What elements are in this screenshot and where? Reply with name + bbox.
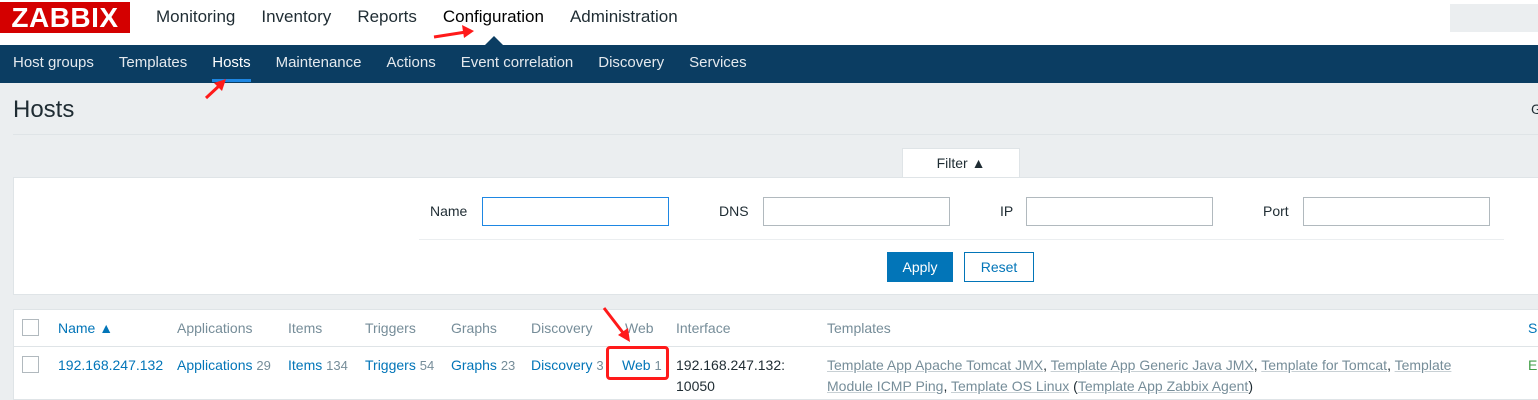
subnav-actions[interactable]: Actions bbox=[387, 45, 436, 83]
filter-tab[interactable]: Filter ▲ bbox=[902, 148, 1020, 179]
global-search-input[interactable] bbox=[1450, 4, 1538, 32]
hosts-table: Name ▲ Applications Items Triggers Graph… bbox=[13, 309, 1538, 400]
subnav-host-groups[interactable]: Host groups bbox=[13, 45, 94, 83]
filter-port-input[interactable] bbox=[1303, 197, 1490, 226]
col-name-header[interactable]: Name ▲ bbox=[58, 320, 113, 336]
filter-dns-input[interactable] bbox=[763, 197, 950, 226]
table-header-divider bbox=[14, 346, 1538, 347]
status-link[interactable]: E bbox=[1528, 355, 1537, 375]
discovery-link[interactable]: Discovery bbox=[531, 357, 592, 373]
col-triggers-header: Triggers bbox=[365, 320, 416, 336]
templates-line-1: Template App Apache Tomcat JMX, Template… bbox=[827, 357, 1452, 373]
nav-inventory[interactable]: Inventory bbox=[261, 0, 331, 45]
header-right-text: G bbox=[1531, 101, 1538, 117]
col-status-header[interactable]: S bbox=[1528, 320, 1537, 336]
reset-button[interactable]: Reset bbox=[964, 252, 1034, 282]
select-all-checkbox[interactable] bbox=[22, 319, 39, 336]
col-graphs-header: Graphs bbox=[451, 320, 497, 336]
host-name-link[interactable]: 192.168.247.132 bbox=[58, 355, 163, 375]
filter-panel: Name DNS IP Port Apply Reset bbox=[13, 177, 1538, 295]
discovery-count: 3 bbox=[596, 358, 604, 373]
discovery-cell: Discovery 3 bbox=[531, 355, 604, 376]
filter-divider bbox=[419, 239, 1504, 240]
template-link[interactable]: Template bbox=[1395, 357, 1452, 373]
header-divider bbox=[13, 134, 1538, 135]
web-highlight-box bbox=[606, 346, 669, 380]
nav-reports[interactable]: Reports bbox=[357, 0, 417, 45]
template-link[interactable]: Template OS Linux bbox=[951, 378, 1069, 394]
col-interface-header: Interface bbox=[676, 320, 731, 336]
col-discovery-header: Discovery bbox=[531, 320, 593, 336]
applications-count: 29 bbox=[256, 358, 271, 373]
filter-ip-input[interactable] bbox=[1026, 197, 1213, 226]
col-applications-header: Applications bbox=[177, 320, 253, 336]
red-arrow-icon bbox=[433, 25, 474, 39]
subnav-discovery[interactable]: Discovery bbox=[598, 45, 664, 83]
triggers-cell: Triggers 54 bbox=[365, 355, 434, 376]
filter-name-input[interactable] bbox=[482, 197, 669, 226]
templates-line-2: Module ICMP Ping, Template OS Linux (Tem… bbox=[827, 378, 1253, 394]
subnav-templates[interactable]: Templates bbox=[119, 45, 187, 83]
nav-administration[interactable]: Administration bbox=[570, 0, 678, 45]
col-templates-header: Templates bbox=[827, 320, 891, 336]
template-link[interactable]: Template App Generic Java JMX bbox=[1051, 357, 1254, 373]
sub-nav: Host groups Templates Hosts Maintenance … bbox=[0, 45, 1538, 83]
red-arrow-icon bbox=[602, 307, 630, 342]
row-checkbox[interactable] bbox=[22, 356, 39, 373]
items-count: 134 bbox=[326, 358, 348, 373]
applications-link[interactable]: Applications bbox=[177, 357, 253, 373]
red-arrow-icon bbox=[204, 79, 226, 100]
template-link[interactable]: Template App Zabbix Agent bbox=[1078, 378, 1248, 394]
subnav-services[interactable]: Services bbox=[689, 45, 747, 83]
triggers-link[interactable]: Triggers bbox=[365, 357, 416, 373]
graphs-cell: Graphs 23 bbox=[451, 355, 515, 376]
triggers-count: 54 bbox=[419, 358, 435, 373]
top-bar: ZABBIX Monitoring Inventory Reports Conf… bbox=[0, 0, 1538, 45]
filter-ip-label: IP bbox=[1000, 203, 1014, 219]
graphs-link[interactable]: Graphs bbox=[451, 357, 497, 373]
template-link[interactable]: Template for Tomcat bbox=[1261, 357, 1387, 373]
template-link[interactable]: Module ICMP Ping bbox=[827, 378, 943, 394]
interface-port: 10050 bbox=[676, 378, 715, 394]
subnav-event-correlation[interactable]: Event correlation bbox=[461, 45, 574, 83]
interface-address: 192.168.247.132: bbox=[676, 357, 785, 373]
filter-port-label: Port bbox=[1263, 203, 1289, 219]
template-link[interactable]: Template App Apache Tomcat JMX bbox=[827, 357, 1043, 373]
subnav-maintenance[interactable]: Maintenance bbox=[276, 45, 362, 83]
apply-button[interactable]: Apply bbox=[887, 252, 953, 282]
filter-name-label: Name bbox=[430, 203, 468, 219]
applications-cell: Applications 29 bbox=[177, 355, 271, 376]
items-cell: Items 134 bbox=[288, 355, 348, 376]
graphs-count: 23 bbox=[500, 358, 516, 373]
nav-monitoring[interactable]: Monitoring bbox=[156, 0, 235, 45]
filter-dns-label: DNS bbox=[719, 203, 749, 219]
col-items-header: Items bbox=[288, 320, 323, 336]
page-title: Hosts bbox=[13, 96, 75, 123]
active-nav-caret-icon bbox=[484, 36, 503, 45]
items-link[interactable]: Items bbox=[288, 357, 322, 373]
zabbix-logo[interactable]: ZABBIX bbox=[0, 2, 130, 33]
